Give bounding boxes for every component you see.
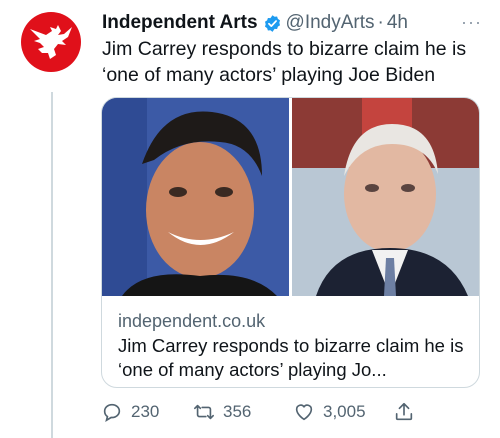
reply-count: 230 xyxy=(131,402,160,421)
heart-icon xyxy=(295,404,313,421)
separator-dot: · xyxy=(377,12,384,33)
thread-line xyxy=(51,92,53,438)
share-button[interactable] xyxy=(393,398,423,426)
tweet-timestamp[interactable]: 4h xyxy=(387,12,408,34)
avatar[interactable] xyxy=(21,12,81,72)
verified-badge-icon xyxy=(263,14,282,33)
tweet-actions: 230 356 3,005 xyxy=(101,398,431,426)
more-options-icon[interactable]: ··· xyxy=(461,12,482,33)
card-image-right xyxy=(292,98,479,296)
card-domain: independent.co.uk xyxy=(118,311,266,331)
share-icon xyxy=(395,402,413,421)
card-meta: independent.co.uk Jim Carrey responds to… xyxy=(118,310,467,382)
retweet-count: 356 xyxy=(223,402,252,421)
link-card[interactable]: independent.co.uk Jim Carrey responds to… xyxy=(101,97,480,388)
reply-icon xyxy=(103,403,121,422)
retweet-button[interactable]: 356 xyxy=(193,398,251,426)
retweet-icon xyxy=(194,404,214,420)
independent-eagle-logo-icon xyxy=(30,25,72,59)
author-name[interactable]: Independent Arts xyxy=(102,12,258,34)
author-handle[interactable]: @IndyArts xyxy=(286,12,375,34)
reply-button[interactable]: 230 xyxy=(101,398,159,426)
card-title: Jim Carrey responds to bizarre claim he … xyxy=(118,335,464,380)
card-image-left xyxy=(102,98,289,296)
like-button[interactable]: 3,005 xyxy=(293,398,366,426)
tweet-text: Jim Carrey responds to bizarre claim he … xyxy=(102,38,467,86)
like-count: 3,005 xyxy=(323,402,366,421)
tweet-header: Independent Arts @IndyArts · 4h ··· xyxy=(102,10,486,36)
